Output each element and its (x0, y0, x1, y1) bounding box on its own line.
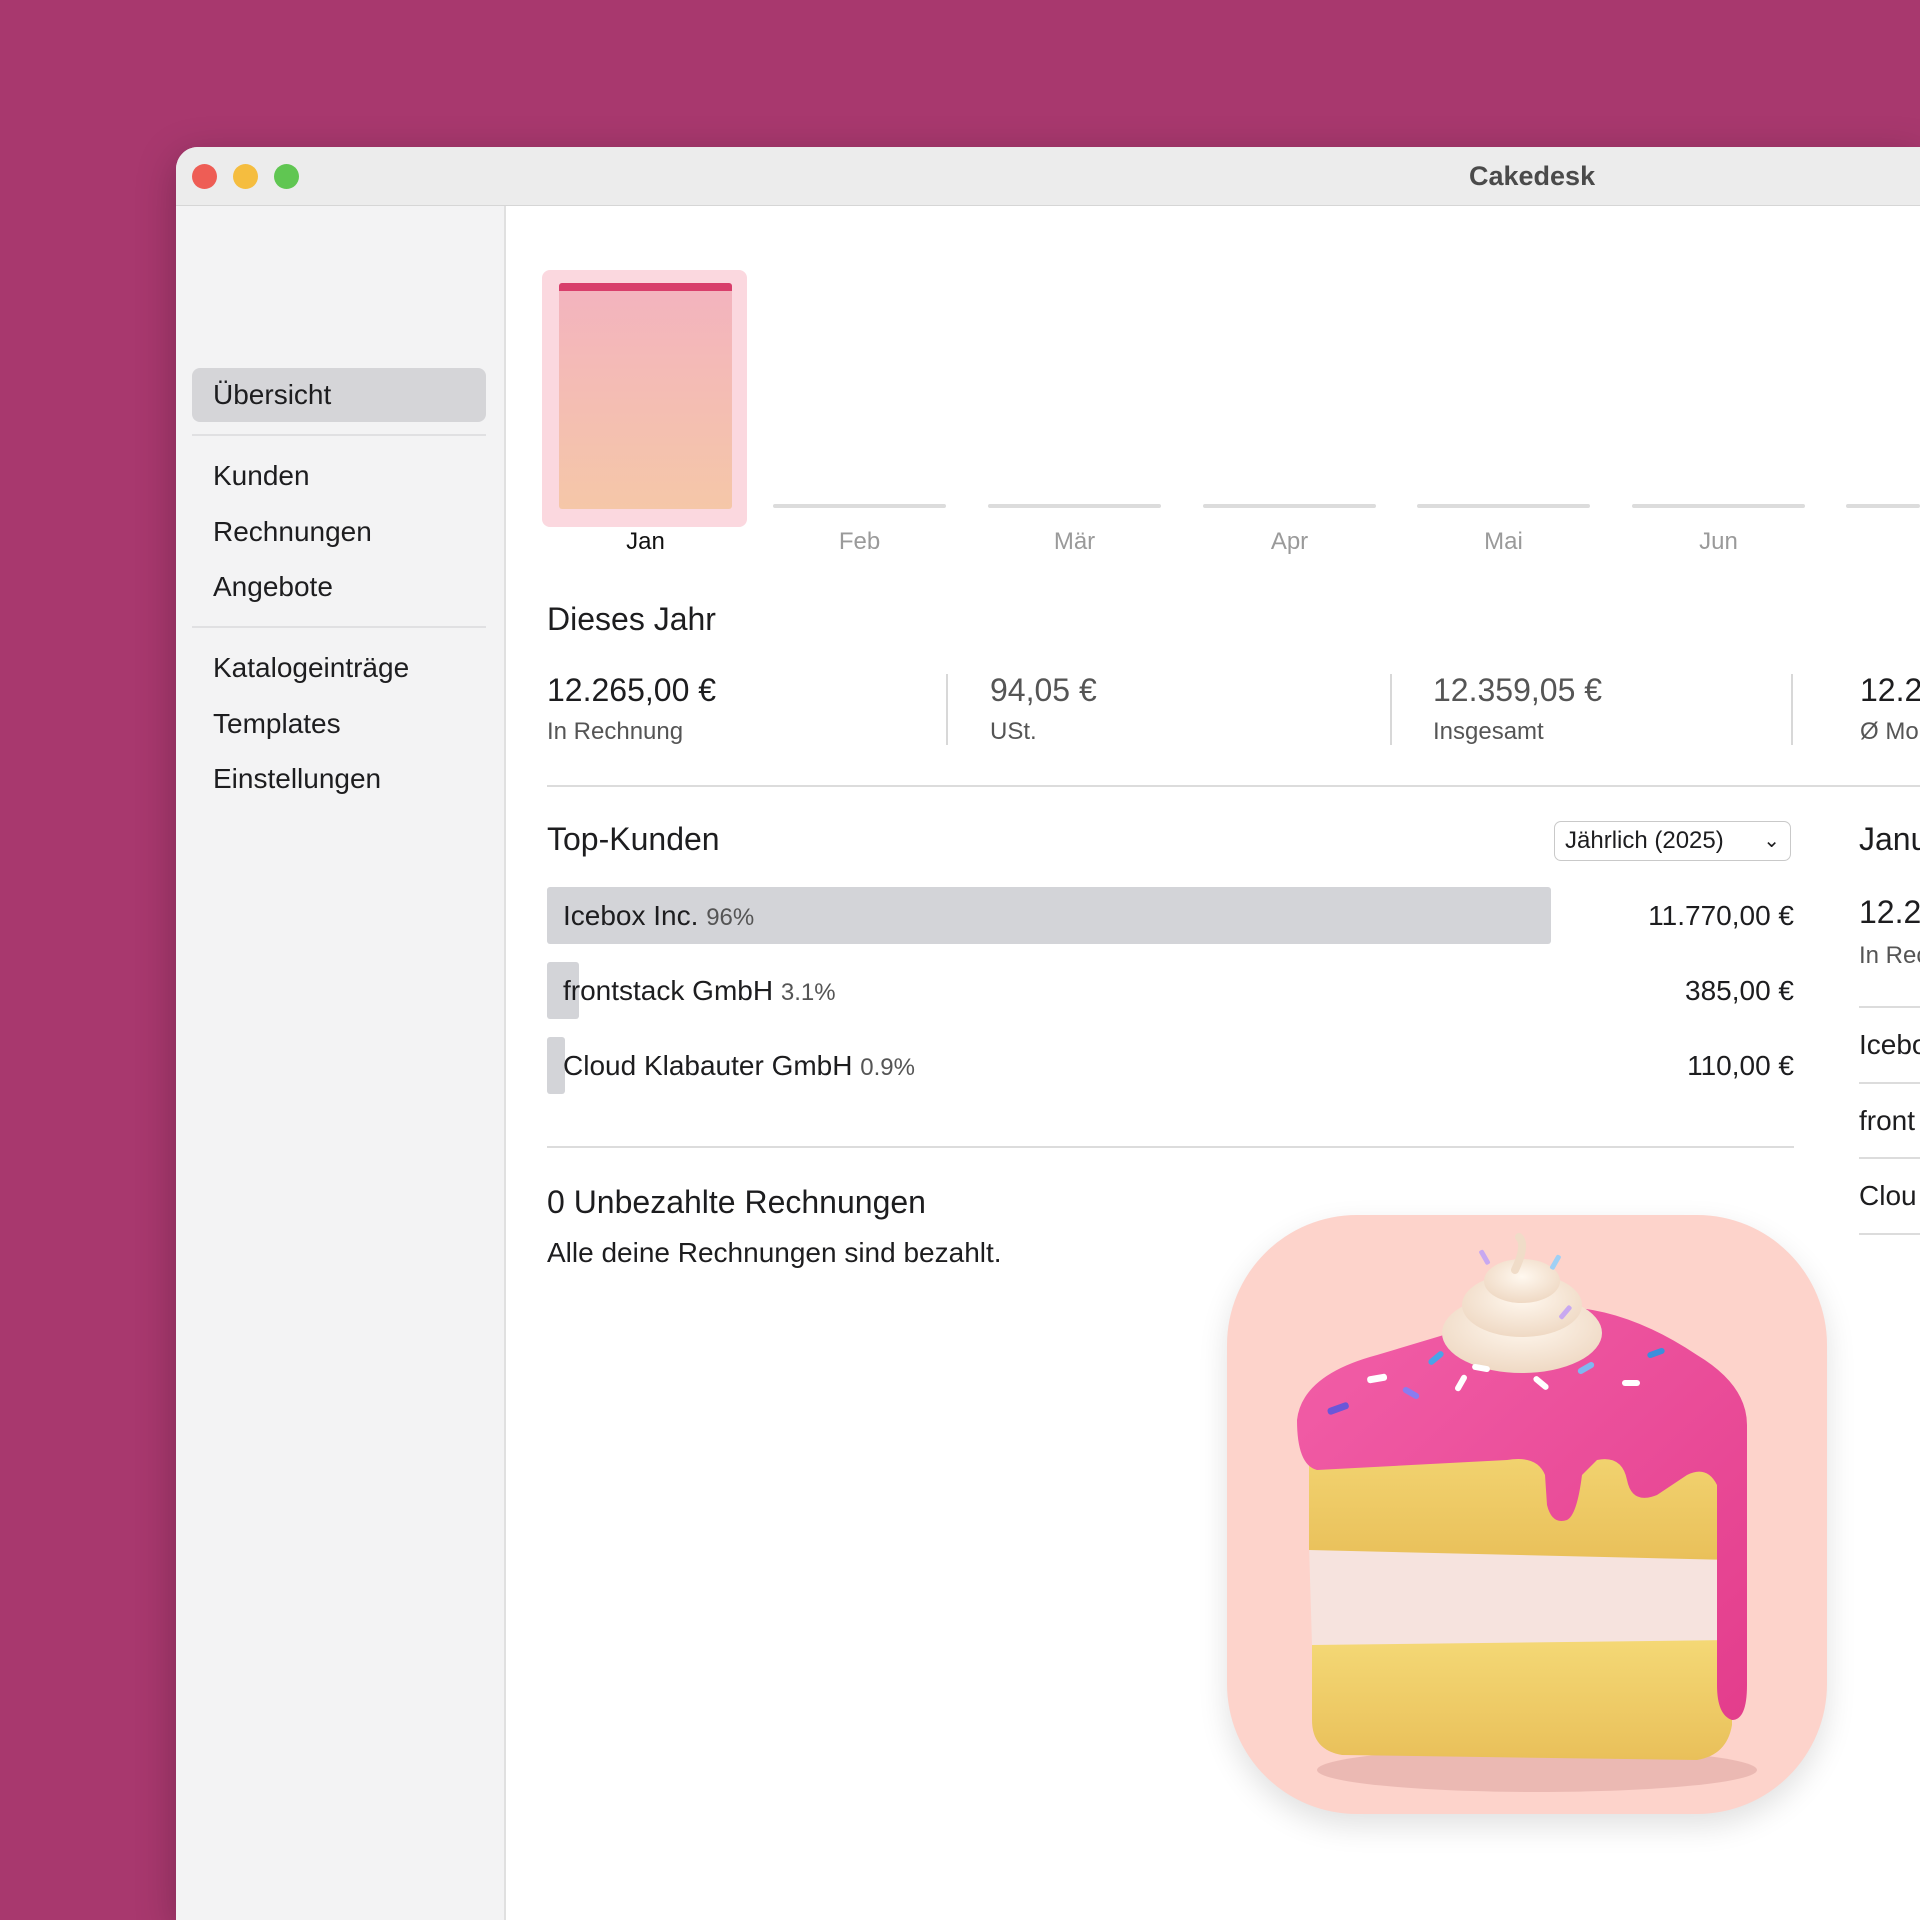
month-panel-row[interactable]: Clou (1859, 1180, 1917, 1212)
month-label-mai[interactable]: Mai (1417, 528, 1590, 556)
customer-row[interactable]: frontstack GmbH 3.1% 385,00 € (547, 962, 1794, 1019)
unpaid-message: Alle deine Rechnungen sind bezahlt. (547, 1237, 1002, 1268)
month-label-jun[interactable]: Jun (1632, 528, 1805, 556)
bar-mai (1417, 504, 1590, 508)
bar-feb (773, 504, 946, 508)
stat-average-label: Ø Mo (1860, 718, 1919, 745)
chevron-down-icon: ⌄ (1763, 830, 1780, 852)
month-panel-label: In Rec (1859, 942, 1920, 969)
sidebar: Übersicht Kunden Rechnungen Angebote Kat… (176, 206, 506, 1920)
bar-apr (1203, 504, 1376, 508)
period-select[interactable]: Jährlich (2025) ⌄ (1554, 821, 1791, 861)
minimize-window-button[interactable] (233, 164, 258, 189)
sidebar-item-katalogeintraege[interactable]: Katalogeinträge (192, 641, 486, 695)
bar-jul (1846, 504, 1920, 508)
customer-amount: 385,00 € (1685, 975, 1794, 1006)
month-panel-row[interactable]: front (1859, 1105, 1915, 1137)
customer-percent: 3.1% (780, 979, 836, 1006)
period-select-value: Jährlich (2025) (1565, 827, 1724, 854)
sidebar-divider (192, 626, 486, 628)
sidebar-item-angebote[interactable]: Angebote (192, 560, 486, 614)
bar-jun (1632, 504, 1805, 508)
sidebar-item-einstellungen[interactable]: Einstellungen (192, 752, 486, 806)
stat-divider (1390, 674, 1392, 745)
sidebar-item-uebersicht[interactable]: Übersicht (192, 368, 486, 422)
unpaid-title: 0 Unbezahlte Rechnungen (547, 1184, 926, 1220)
app-icon-cake (1227, 1215, 1827, 1814)
month-panel-divider (1859, 1157, 1920, 1159)
customer-name: frontstack GmbH 3.1% (563, 975, 836, 1006)
stat-vat-value: 94,05 € (990, 672, 1097, 708)
stat-total-label: Insgesamt (1433, 718, 1544, 745)
month-label-maer[interactable]: Mär (988, 528, 1161, 556)
bar-jan (559, 283, 732, 509)
customer-row[interactable]: Cloud Klabauter GmbH 0.9% 110,00 € (547, 1037, 1794, 1094)
month-panel-divider (1859, 1082, 1920, 1084)
customer-percent: 0.9% (860, 1054, 915, 1081)
customer-percent: 96% (706, 904, 755, 931)
month-panel-divider (1859, 1006, 1920, 1008)
month-panel-divider (1859, 1233, 1920, 1235)
month-label-feb[interactable]: Feb (773, 528, 946, 556)
month-label-jan[interactable]: Jan (559, 528, 732, 556)
cake-icon (1297, 1233, 1757, 1792)
stat-total-value: 12.359,05 € (1433, 672, 1603, 708)
month-panel-value: 12.2 (1859, 894, 1920, 930)
stat-vat-label: USt. (990, 718, 1037, 745)
sidebar-item-templates[interactable]: Templates (192, 697, 486, 751)
customer-name: Cloud Klabauter GmbH 0.9% (563, 1050, 915, 1081)
bar-jan-cap (559, 283, 732, 291)
stat-invoiced-value: 12.265,00 € (547, 672, 717, 708)
section-divider (547, 785, 1920, 787)
customer-amount: 11.770,00 € (1648, 900, 1794, 931)
month-panel-row[interactable]: Icebo (1859, 1029, 1920, 1061)
year-section-title: Dieses Jahr (547, 601, 716, 637)
top-customers-title: Top-Kunden (547, 821, 720, 857)
monthly-chart: Jan Feb Mär Apr Mai Jun (506, 206, 1920, 566)
stat-divider (946, 674, 948, 745)
customer-name: Icebox Inc. 96% (563, 900, 755, 931)
sidebar-item-kunden[interactable]: Kunden (192, 449, 486, 503)
customer-amount: 110,00 € (1687, 1050, 1794, 1081)
month-label-apr[interactable]: Apr (1203, 528, 1376, 556)
close-window-button[interactable] (192, 164, 217, 189)
zoom-window-button[interactable] (274, 164, 299, 189)
stat-invoiced-label: In Rechnung (547, 718, 684, 745)
stat-average-value: 12.2 (1860, 672, 1920, 708)
sidebar-divider (192, 434, 486, 436)
window-title: Cakedesk (1469, 161, 1596, 191)
customer-row[interactable]: Icebox Inc. 96% 11.770,00 € (547, 887, 1794, 944)
title-bar: Cakedesk (176, 147, 1920, 206)
stat-divider (1791, 674, 1793, 745)
sidebar-item-rechnungen[interactable]: Rechnungen (192, 505, 486, 559)
section-divider (547, 1146, 1794, 1148)
top-customers-list: Icebox Inc. 96% 11.770,00 € frontstack G… (547, 887, 1794, 1117)
month-panel-title: Janu (1859, 821, 1920, 857)
bar-maer (988, 504, 1161, 508)
